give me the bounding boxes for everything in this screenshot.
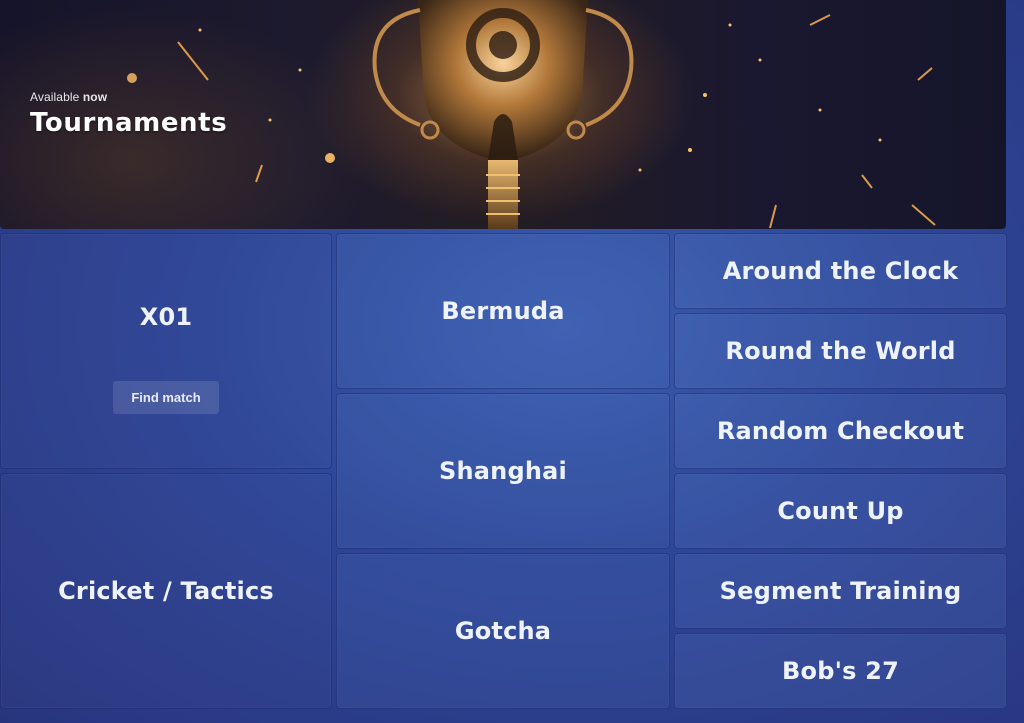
availability-label: Available now [30, 90, 227, 104]
banner-text: Available now Tournaments [30, 90, 227, 138]
game-tile-x01[interactable]: X01 Find match [0, 233, 332, 469]
availability-prefix: Available [30, 90, 80, 104]
game-tile-gotcha[interactable]: Gotcha [336, 553, 670, 709]
game-tile-round-the-world[interactable]: Round the World [674, 313, 1007, 389]
game-tile-count-up[interactable]: Count Up [674, 473, 1007, 549]
game-label-round-the-world: Round the World [725, 337, 956, 365]
game-label-bobs-27: Bob's 27 [782, 657, 899, 685]
game-label-segment-training: Segment Training [719, 577, 962, 605]
find-match-button[interactable]: Find match [113, 380, 219, 414]
tournaments-banner[interactable]: Available now Tournaments [0, 0, 1006, 229]
app-page: Available now Tournaments X01 Find match… [0, 0, 1024, 723]
game-tile-bobs-27[interactable]: Bob's 27 [674, 633, 1007, 709]
availability-emphasis: now [82, 90, 108, 104]
game-tile-cricket[interactable]: Cricket / Tactics [0, 473, 332, 709]
game-label-count-up: Count Up [777, 497, 904, 525]
game-label-around-the-clock: Around the Clock [722, 257, 959, 285]
game-tile-bermuda[interactable]: Bermuda [336, 233, 670, 389]
game-label-x01: X01 [139, 302, 193, 331]
game-label-bermuda: Bermuda [441, 297, 565, 325]
game-label-random-checkout: Random Checkout [716, 417, 965, 445]
game-tile-random-checkout[interactable]: Random Checkout [674, 393, 1007, 469]
game-tile-shanghai[interactable]: Shanghai [336, 393, 670, 549]
game-label-cricket: Cricket / Tactics [58, 577, 274, 605]
banner-title: Tournaments [30, 108, 228, 138]
game-tile-segment-training[interactable]: Segment Training [674, 553, 1007, 629]
game-label-shanghai: Shanghai [439, 457, 567, 485]
game-tile-around-the-clock[interactable]: Around the Clock [674, 233, 1007, 309]
game-label-gotcha: Gotcha [454, 617, 552, 645]
